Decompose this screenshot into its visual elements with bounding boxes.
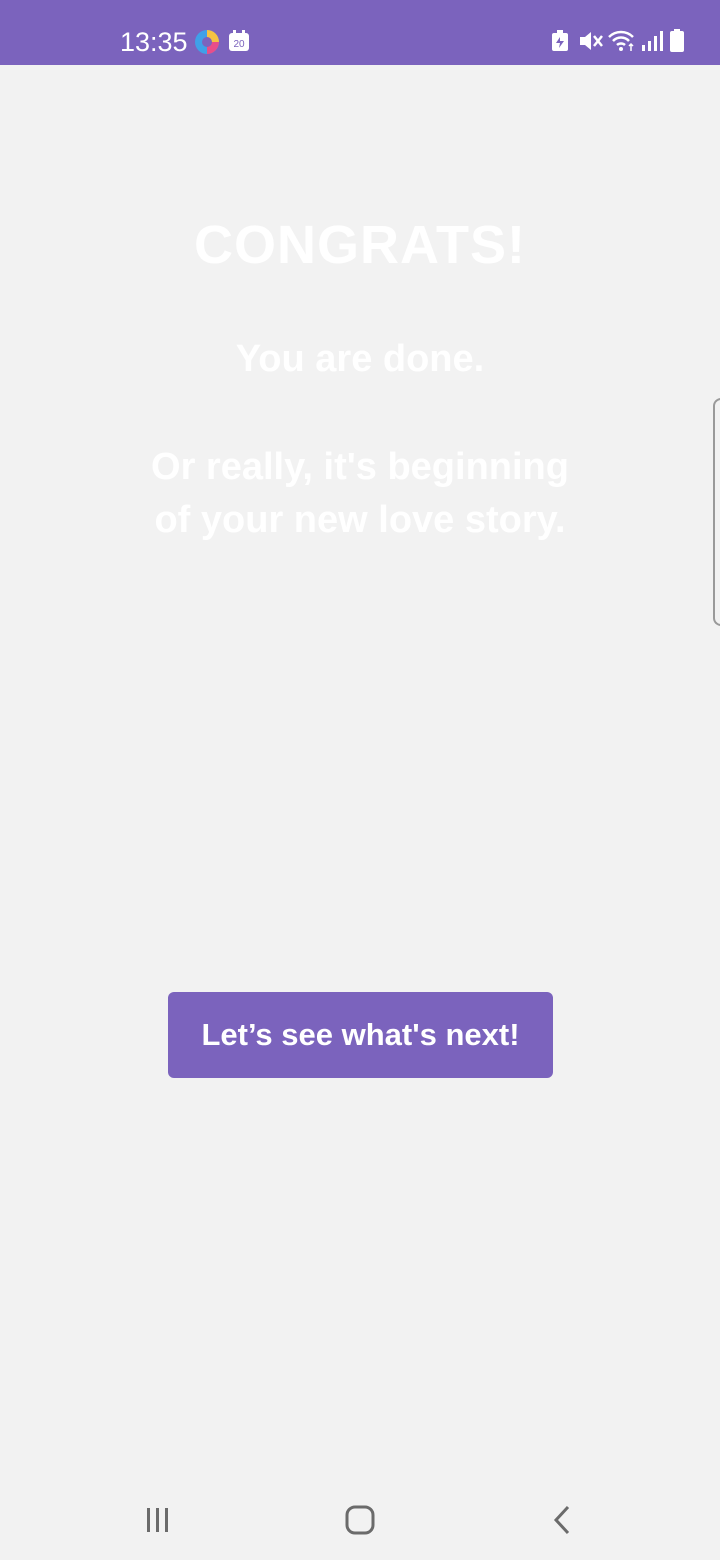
edge-panel-handle[interactable] [713, 398, 720, 626]
done-subtitle: You are done. [235, 338, 485, 380]
battery-icon [669, 29, 685, 58]
signal-icon [641, 30, 663, 57]
whats-next-button[interactable]: Let’s see what's next! [168, 992, 553, 1078]
browser-notification-icon [194, 29, 220, 60]
status-time: 13:35 [120, 27, 188, 57]
love-story-message: Or really, it's beginning of your new lo… [130, 441, 590, 547]
page-title: CONGRATS! [194, 215, 526, 275]
status-bar: 13:35 20 [0, 0, 720, 65]
calendar-notification-icon: 20 [228, 30, 250, 57]
message-line-2: of your new love story. [154, 499, 566, 541]
battery-saver-icon [551, 30, 569, 57]
wifi-icon [607, 30, 637, 57]
message-line-1: Or really, it's beginning [151, 446, 569, 488]
mute-icon [578, 30, 604, 57]
back-icon[interactable] [540, 1498, 584, 1542]
home-icon[interactable] [338, 1498, 382, 1542]
calendar-day: 20 [233, 39, 245, 50]
recent-apps-icon[interactable] [136, 1498, 180, 1542]
system-nav-bar [0, 1480, 720, 1560]
